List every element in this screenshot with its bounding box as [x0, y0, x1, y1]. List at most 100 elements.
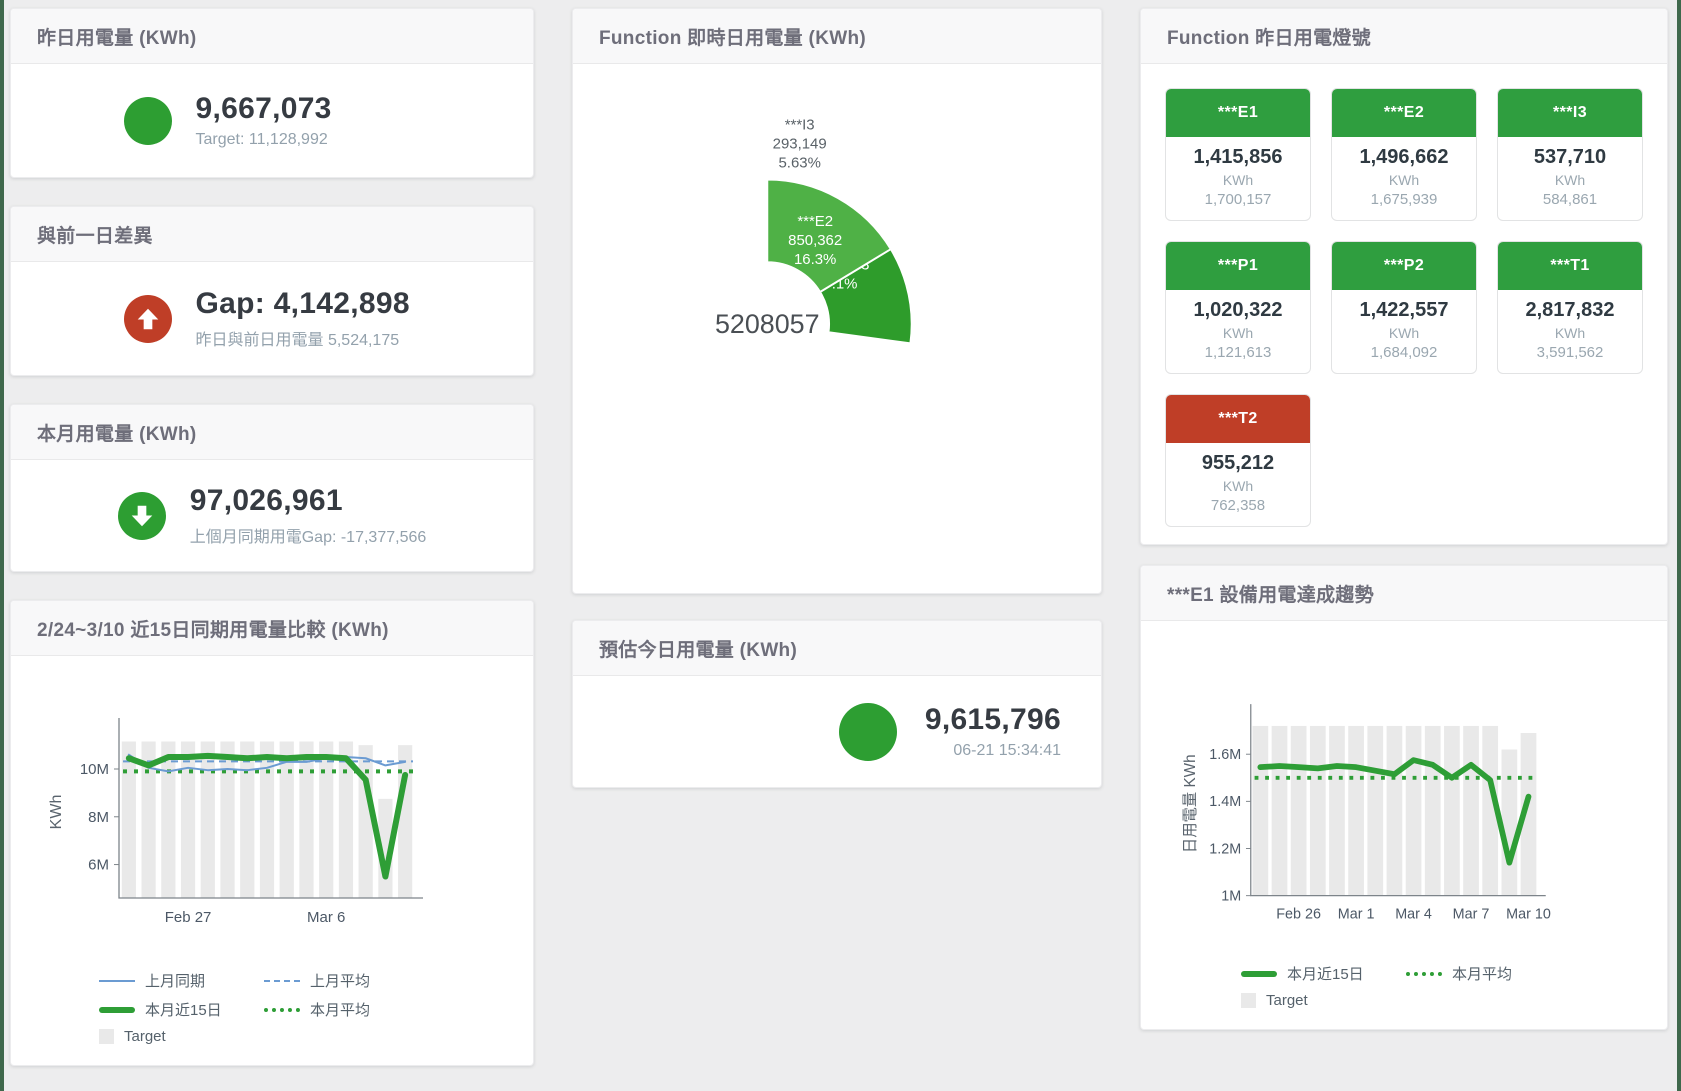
arrow-down-icon	[118, 492, 166, 540]
compare-chart-body: 6M 8M 10M Feb 27 Mar 6 KWh 上月同期上月平均本月近15日 本月平均…	[11, 656, 533, 1065]
trend-chart: 1M1.2M1.4M1.6MFeb 26Mar 1Mar 4Mar 7Mar 1…	[1155, 689, 1653, 951]
legend-item-本月平均[interactable]: 本月平均	[1406, 963, 1586, 984]
target-bar	[181, 742, 195, 898]
legend-item-Target[interactable]: Target	[99, 1028, 264, 1045]
lights-tile-grid: ***E11,415,856KWh1,700,157***E21,496,662…	[1141, 64, 1667, 551]
x-tick-label: Feb 27	[165, 909, 212, 926]
light-tile-T2: ***T2955,212KWh762,358	[1165, 394, 1311, 527]
legend-item-本月近15日[interactable]: 本月近15日	[1241, 963, 1406, 984]
target-bar	[1387, 726, 1403, 896]
card-header: 預估今日用電量 (KWh)	[573, 621, 1101, 676]
card-header: Function 昨日用電燈號	[1141, 9, 1667, 64]
card-body: Gap: 4,142,898 昨日與前日用電量 5,524,175	[11, 262, 533, 375]
tile-value: 537,710	[1502, 146, 1638, 169]
donut-label-I3: ***I3293,1495.63%	[773, 116, 827, 171]
card-realtime-donut: Function 即時日用電量 (KWh) ***T11,413,18327.1…	[572, 8, 1102, 594]
y-axis-label: 日用電量 KWh	[1182, 754, 1199, 853]
target-bar	[359, 745, 373, 898]
tile-unit: KWh	[1336, 172, 1472, 188]
target-bar	[1463, 726, 1479, 896]
legend-line-icon	[1241, 971, 1277, 977]
target-bar	[1501, 749, 1517, 895]
legend-line-icon	[264, 980, 300, 982]
light-tile-I3: ***I3537,710KWh584,861	[1497, 88, 1643, 221]
light-tile-E2: ***E21,496,662KWh1,675,939	[1331, 88, 1477, 221]
tile-target: 1,121,613	[1170, 344, 1306, 361]
trend-chart-legend: 本月近15日 本月平均Target	[1241, 963, 1653, 1009]
tile-target: 1,684,092	[1336, 344, 1472, 361]
target-bar	[260, 742, 274, 898]
tile-label: ***E2	[1332, 89, 1476, 137]
tile-value: 1,020,322	[1170, 299, 1306, 322]
card-title: Function 即時日用電量 (KWh)	[599, 23, 866, 50]
legend-square-icon	[99, 1029, 114, 1044]
legend-label: 本月近15日	[145, 999, 222, 1020]
x-tick-label: Feb 26	[1276, 907, 1321, 923]
legend-item-本月近15日[interactable]: 本月近15日	[99, 999, 264, 1020]
x-tick-label: Mar 6	[307, 909, 345, 926]
card-header: 2/24~3/10 近15日同期用電量比較 (KWh)	[11, 601, 533, 656]
card-header: 與前一日差異	[11, 207, 533, 262]
legend-item-本月平均[interactable]: 本月平均	[264, 999, 444, 1020]
legend-label: Target	[124, 1028, 166, 1045]
dashboard: 昨日用電量 (KWh) 9,667,073 Target: 11,128,992…	[10, 8, 1668, 1066]
tile-unit: KWh	[1170, 478, 1306, 494]
tile-target: 3,591,562	[1502, 344, 1638, 361]
y-tick-label: 10M	[80, 761, 109, 778]
legend-square-icon	[1241, 993, 1256, 1008]
card-compare-chart: 2/24~3/10 近15日同期用電量比較 (KWh) 6M 8M 10M Feb 2…	[10, 600, 534, 1066]
tile-unit: KWh	[1502, 325, 1638, 341]
y-axis-label: KWh	[48, 795, 65, 830]
card-title: ***E1 設備用電達成趨勢	[1167, 580, 1374, 607]
tile-body: 1,415,856KWh1,700,157	[1166, 137, 1310, 220]
donut-center-total: 5208057	[715, 308, 820, 338]
target-bar	[398, 745, 412, 898]
card-yesterday-usage: 昨日用電量 (KWh) 9,667,073 Target: 11,128,992	[10, 8, 534, 178]
legend-item-上月平均[interactable]: 上月平均	[264, 970, 444, 991]
yesterday-usage-value: 9,667,073	[196, 92, 421, 126]
card-body: 9,615,796 06-21 15:34:41	[573, 676, 1101, 787]
tile-target: 762,358	[1170, 497, 1306, 514]
legend-label: 本月近15日	[1287, 963, 1364, 984]
tile-label: ***T1	[1498, 242, 1642, 290]
light-tile-E1: ***E11,415,856KWh1,700,157	[1165, 88, 1311, 221]
light-tile-P1: ***P11,020,322KWh1,121,613	[1165, 241, 1311, 374]
tile-unit: KWh	[1502, 172, 1638, 188]
prev-day-gap-subtitle: 昨日與前日用電量 5,524,175	[196, 326, 421, 350]
card-title: Function 昨日用電燈號	[1167, 23, 1371, 50]
trend-chart-body: 1M1.2M1.4M1.6MFeb 26Mar 1Mar 4Mar 7Mar 1…	[1141, 621, 1667, 1029]
tile-target: 1,700,157	[1170, 191, 1306, 208]
card-title: 昨日用電量 (KWh)	[37, 23, 197, 50]
card-month-usage: 本月用電量 (KWh) 97,026,961 上個月同期用電Gap: -17,3…	[10, 404, 534, 572]
tile-value: 1,496,662	[1336, 146, 1472, 169]
tile-body: 1,020,322KWh1,121,613	[1166, 290, 1310, 373]
donut-chart-body: ***T11,413,18327.1%***I3293,1495.63%***T…	[573, 64, 1101, 593]
estimate-today-value: 9,615,796	[925, 703, 1061, 737]
legend-item-上月同期[interactable]: 上月同期	[99, 970, 264, 991]
y-tick-label: 8M	[88, 809, 109, 826]
tile-unit: KWh	[1170, 172, 1306, 188]
card-header: 本月用電量 (KWh)	[11, 405, 533, 460]
y-tick-label: 6M	[88, 857, 109, 874]
target-bar	[220, 742, 234, 898]
tile-label: ***E1	[1166, 89, 1310, 137]
target-bar	[1329, 726, 1345, 896]
target-bar	[280, 742, 294, 898]
estimate-today-time: 06-21 15:34:41	[925, 742, 1061, 760]
page-right-edge	[1677, 0, 1681, 1091]
card-body: 97,026,961 上個月同期用電Gap: -17,377,566	[11, 460, 533, 571]
card-title: 2/24~3/10 近15日同期用電量比較 (KWh)	[37, 615, 389, 642]
month-usage-gap: 上個月同期用電Gap: -17,377,566	[190, 523, 427, 547]
target-bar	[1425, 726, 1441, 896]
tile-body: 537,710KWh584,861	[1498, 137, 1642, 220]
card-title: 本月用電量 (KWh)	[37, 419, 197, 446]
target-bar	[240, 742, 254, 898]
target-bar	[1444, 726, 1460, 896]
card-title: 預估今日用電量 (KWh)	[599, 635, 797, 662]
card-prev-day-gap: 與前一日差異 Gap: 4,142,898 昨日與前日用電量 5,524,175	[10, 206, 534, 376]
status-circle-icon	[124, 97, 172, 145]
card-title: 與前一日差異	[37, 221, 153, 248]
target-bar	[1367, 726, 1383, 896]
legend-item-Target[interactable]: Target	[1241, 992, 1406, 1009]
legend-label: 本月平均	[310, 999, 370, 1020]
